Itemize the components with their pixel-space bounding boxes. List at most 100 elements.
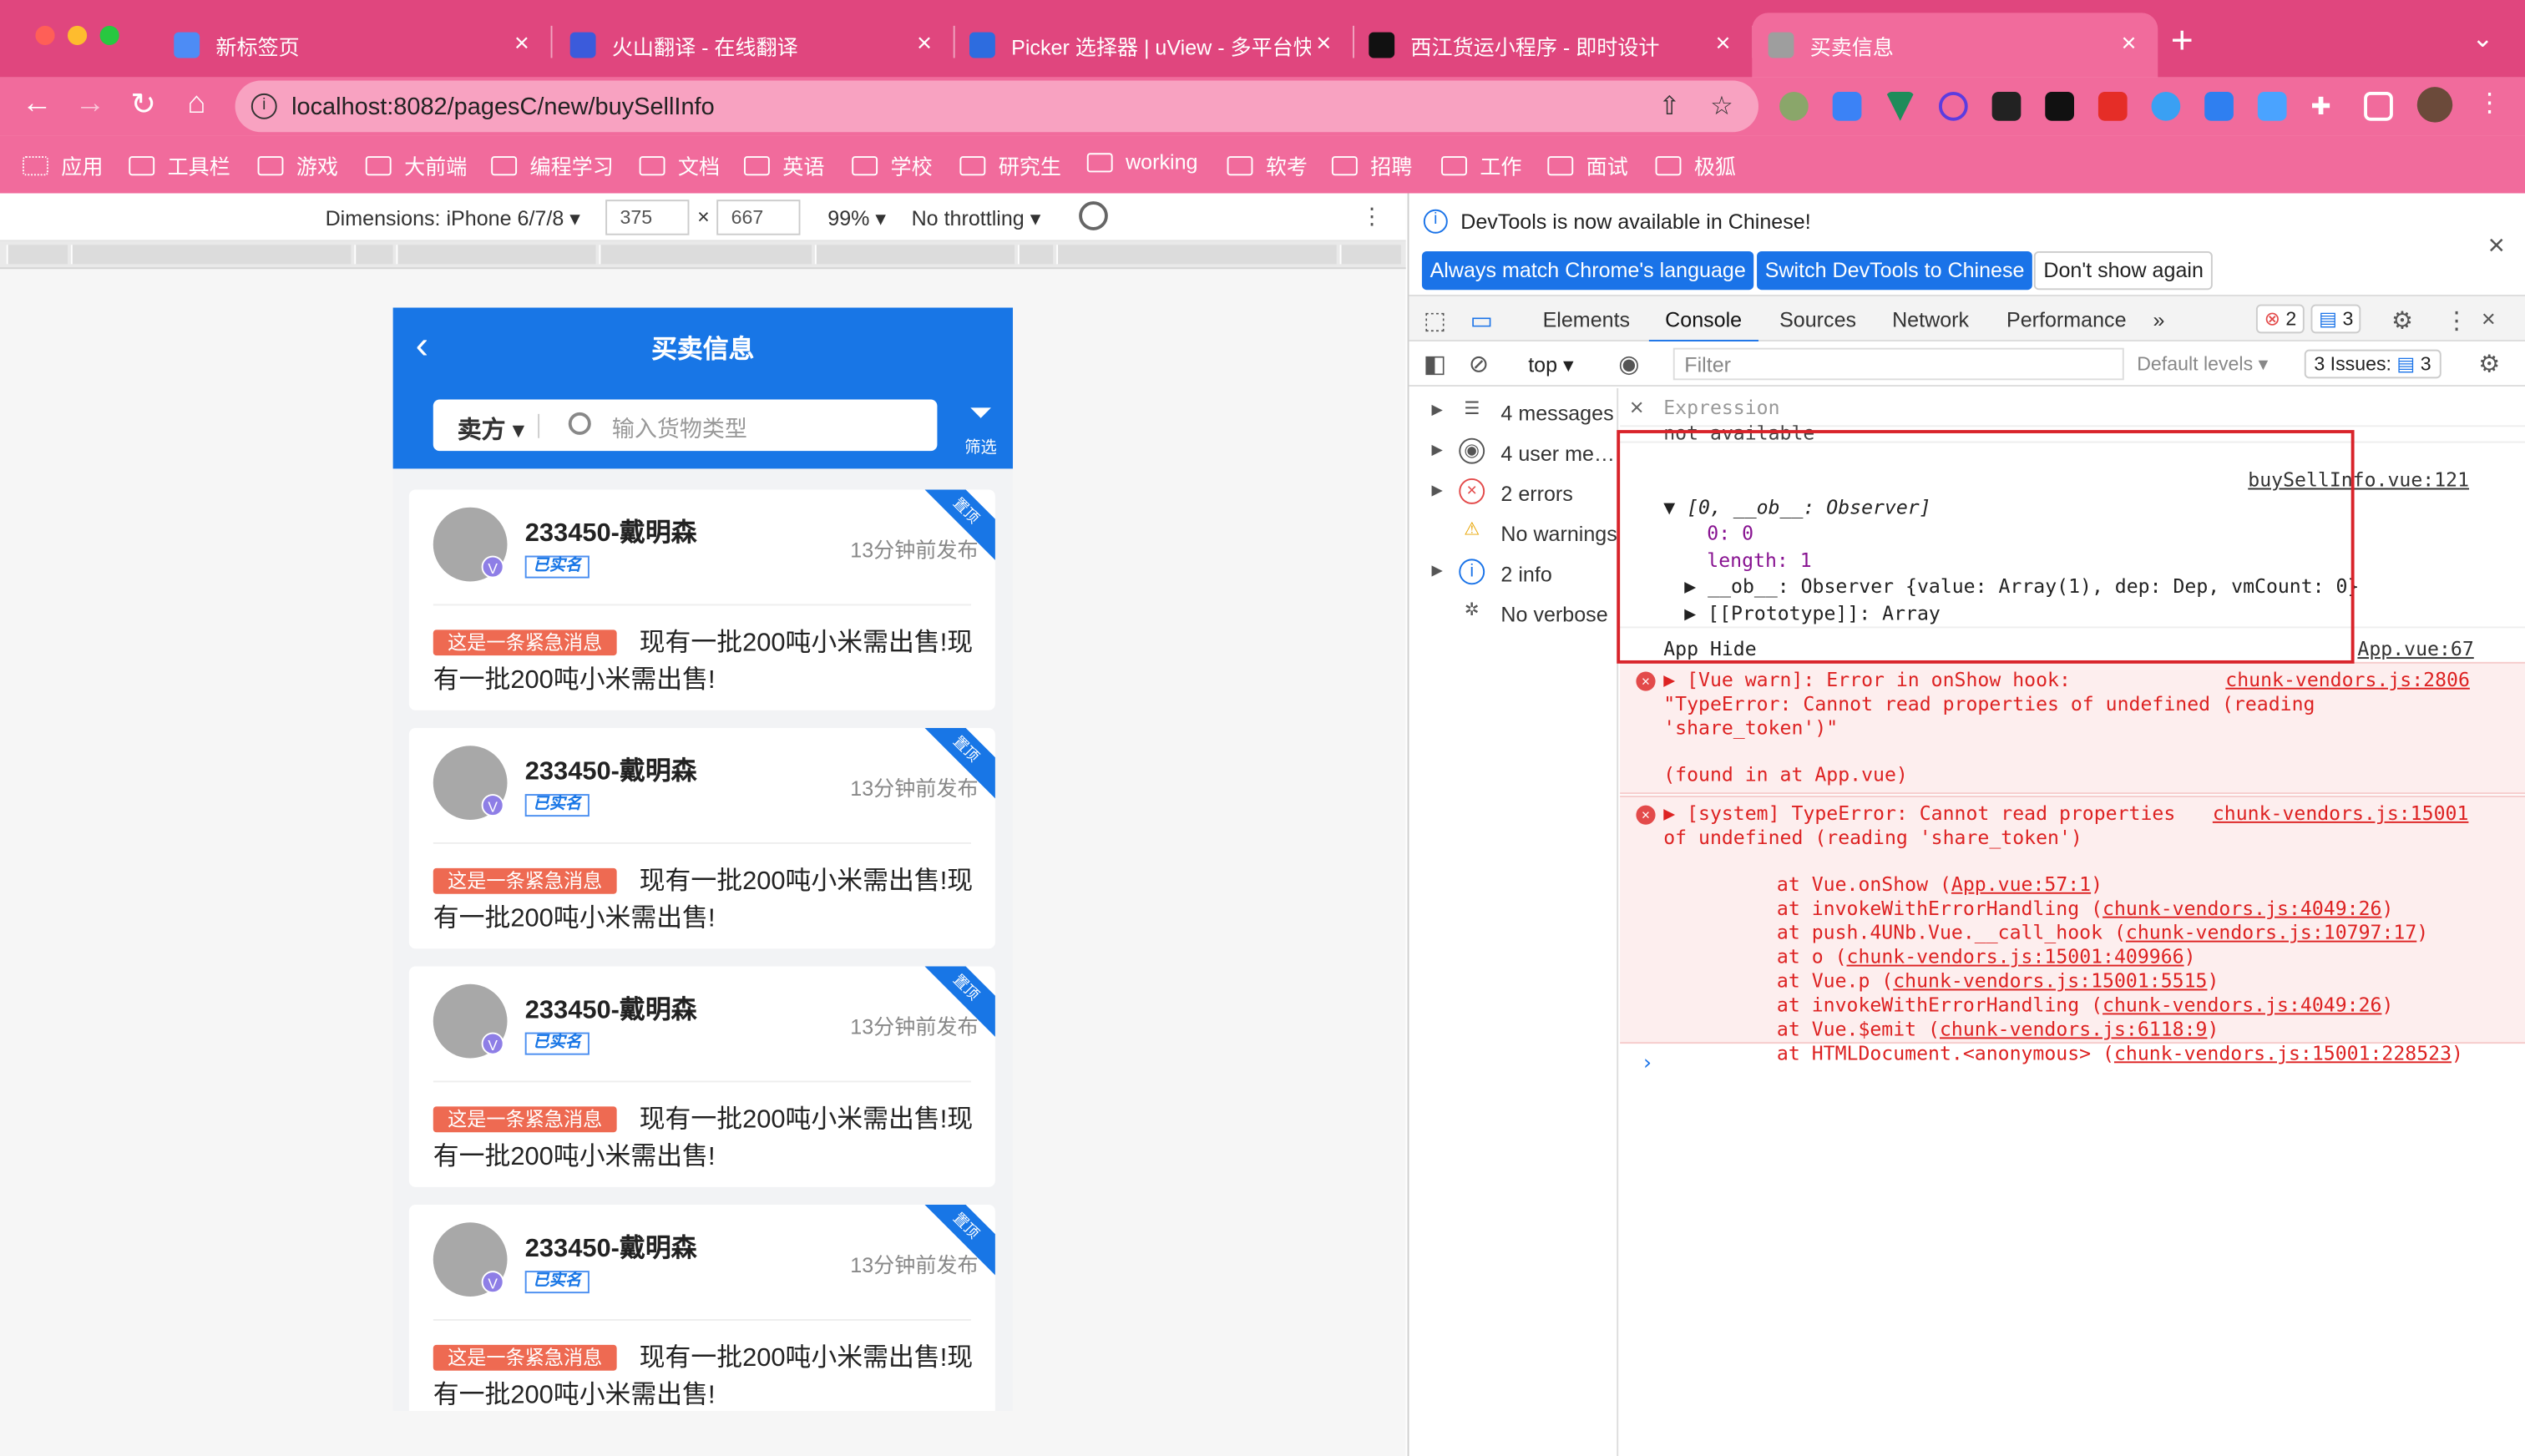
tab-close-icon[interactable]: × (2116, 31, 2142, 60)
zoom-window-button[interactable] (99, 25, 119, 46)
more-options-icon[interactable]: ⋮ (1361, 203, 1384, 230)
bookmark-star-icon[interactable]: ☆ (1710, 90, 1733, 123)
context-select[interactable]: top ▾ (1528, 352, 1573, 378)
media-query-ruler[interactable] (0, 241, 1406, 270)
issues-button[interactable]: 3 Issues: ▤ 3 (2304, 349, 2442, 379)
sidebar-filter-item[interactable]: ▶ × 2 errors (1409, 472, 1618, 512)
bookmark-item[interactable]: 大前端 (365, 149, 467, 180)
tab-close-icon[interactable]: × (509, 31, 534, 60)
tab-buy-sell-info[interactable]: 买卖信息 × (1752, 13, 2158, 78)
listing-card[interactable]: V 233450-戴明森 已实名 13分钟前发布 这是一条紧急消息 现有一批20… (408, 1205, 995, 1411)
site-info-icon[interactable]: i (250, 93, 277, 119)
match-language-button[interactable]: Always match Chrome's language (1421, 250, 1754, 291)
device-toggle-icon[interactable]: ▭ (1470, 306, 1493, 335)
filter-button[interactable]: ⏷ 筛选 (957, 398, 1005, 458)
back-arrow-icon[interactable]: ← (18, 87, 56, 122)
dont-show-again-button[interactable]: Don't show again (2033, 250, 2214, 291)
role-select[interactable]: 卖方 ▾ (458, 412, 524, 447)
search-input[interactable]: 输入货物类型 (612, 412, 747, 445)
extension-cloud-icon[interactable] (2151, 91, 2181, 121)
more-tabs-button[interactable]: » (2153, 307, 2164, 331)
live-expression-eye-icon[interactable]: ◉ (1618, 350, 1639, 379)
sidebar-filter-item[interactable]: ⚠ No warnings (1409, 512, 1618, 552)
bookmark-item[interactable]: 编程学习 (491, 149, 614, 180)
source-link[interactable]: chunk-vendors.js:15001 (2213, 802, 2469, 825)
tab-console[interactable]: Console (1648, 307, 1758, 343)
tab-performance[interactable]: Performance (2006, 307, 2127, 331)
sidebar-filter-item[interactable]: ▶ ◉ 4 user me… (1409, 432, 1618, 472)
chrome-menu-icon[interactable]: ⋮ (2470, 87, 2508, 119)
emulated-height-input[interactable]: 667 (716, 200, 801, 235)
side-panel-icon[interactable] (2364, 91, 2393, 121)
warn-line[interactable]: ▶ [Vue warn]: Error in onShow hook: (1663, 669, 2071, 691)
sidebar-filter-item[interactable]: ▶ ☰ 4 messages (1409, 392, 1618, 432)
listing-card[interactable]: V 233450-戴明森 已实名 13分钟前发布 这是一条紧急消息 现有一批20… (408, 727, 995, 949)
extension-person-icon[interactable] (2204, 91, 2234, 121)
extension-youtube-icon[interactable] (2097, 91, 2128, 121)
bookmark-item[interactable]: 面试 (1547, 149, 1628, 180)
extensions-puzzle-icon[interactable]: ✚ (2310, 92, 2340, 121)
expand-arrow-icon[interactable]: ▶ (1431, 482, 1442, 499)
home-icon[interactable]: ⌂ (177, 87, 215, 122)
close-window-button[interactable] (35, 25, 55, 46)
settings-gear-icon[interactable]: ⚙ (2391, 306, 2413, 335)
tab-xijiang-design[interactable]: 西江货运小程序 - 即时设计 × (1353, 13, 1752, 77)
tab-new-tab[interactable]: 新标签页 × (158, 13, 551, 77)
expand-arrow-icon[interactable]: ▶ (1431, 562, 1442, 579)
bookmark-item[interactable]: 极狐 (1655, 149, 1736, 180)
extension-vue-icon[interactable] (1885, 91, 1915, 121)
remove-expression-icon[interactable]: × (1630, 395, 1644, 422)
bookmark-item[interactable]: 游戏 (257, 149, 338, 180)
source-link[interactable]: App.vue:67 (2357, 638, 2473, 660)
close-icon[interactable]: × (2488, 229, 2505, 263)
bookmark-item[interactable]: 英语 (743, 149, 824, 180)
extension-owl-icon[interactable] (1779, 91, 1809, 121)
tab-uview-picker[interactable]: Picker 选择器 | uView - 多平台快 × (954, 13, 1353, 77)
listing-card[interactable]: V 233450-戴明森 已实名 13分钟前发布 这是一条紧急消息 现有一批20… (408, 966, 995, 1187)
device-dimensions-select[interactable]: Dimensions: iPhone 6/7/8 ▾ (326, 206, 580, 232)
tab-close-icon[interactable]: × (912, 31, 938, 60)
bookmark-item[interactable]: 工作 (1441, 149, 1522, 180)
extension-screen-icon[interactable] (1991, 91, 2022, 121)
extension-translate-icon[interactable] (1832, 91, 1862, 121)
bookmark-item[interactable]: 招聘 (1331, 149, 1412, 180)
sidebar-filter-item[interactable]: ▶ i 2 info (1409, 553, 1618, 593)
error-line[interactable]: ▶ [system] TypeError: Cannot read proper… (1663, 802, 2175, 825)
console-filter-input[interactable]: Filter (1672, 347, 2124, 381)
forward-arrow-icon[interactable]: → (71, 87, 109, 122)
tab-close-icon[interactable]: × (1311, 31, 1337, 60)
source-link[interactable]: chunk-vendors.js:2806 (2225, 669, 2470, 691)
bookmark-item[interactable]: 学校 (852, 149, 933, 180)
bookmark-item[interactable]: 软考 (1227, 149, 1308, 180)
tab-volc-translate[interactable]: 火山翻译 - 在线翻译 × (554, 13, 953, 77)
listing-card[interactable]: V 233450-戴明森 已实名 13分钟前发布 这是一条紧急消息 现有一批20… (408, 489, 995, 710)
tab-search-icon[interactable]: ⌄ (2472, 23, 2493, 55)
tab-sources[interactable]: Sources (1779, 307, 1856, 331)
reload-icon[interactable]: ↻ (124, 87, 162, 124)
sidebar-filter-item[interactable]: ✲ No verbose (1409, 593, 1618, 633)
tab-network[interactable]: Network (1892, 307, 1969, 331)
profile-avatar[interactable] (2416, 87, 2453, 123)
zoom-select[interactable]: 99% ▾ (827, 206, 886, 232)
close-devtools-icon[interactable]: × (2482, 306, 2496, 334)
emulated-width-input[interactable]: 375 (605, 200, 690, 235)
minimize-window-button[interactable] (67, 25, 88, 46)
switch-chinese-button[interactable]: Switch DevTools to Chinese (1757, 250, 2033, 291)
devtools-menu-icon[interactable]: ⋮ (2445, 306, 2469, 335)
expression-label[interactable]: Expression (1663, 397, 1779, 419)
url-text[interactable]: localhost:8082/pagesC/new/buySellInfo (291, 94, 715, 121)
log-levels-select[interactable]: Default levels ▾ (2137, 352, 2268, 375)
bookmark-item[interactable]: 研究生 (959, 149, 1061, 180)
share-icon[interactable]: ⇧ (1658, 90, 1680, 123)
expand-arrow-icon[interactable]: ▶ (1431, 442, 1442, 459)
error-counter[interactable]: ⊗ 2 (2255, 304, 2305, 334)
extension-bird-icon[interactable] (2257, 91, 2287, 121)
bookmark-item[interactable]: 文档 (639, 149, 720, 180)
console-prompt[interactable]: › (1641, 1052, 1653, 1076)
console-settings-icon[interactable]: ⚙ (2478, 350, 2500, 379)
message-counter[interactable]: ▤ 3 (2310, 304, 2362, 334)
rotate-icon[interactable] (1079, 201, 1108, 230)
throttling-select[interactable]: No throttling ▾ (912, 206, 1041, 232)
expand-arrow-icon[interactable]: ▶ (1431, 401, 1442, 418)
bookmark-item[interactable]: 工具栏 (129, 149, 230, 180)
